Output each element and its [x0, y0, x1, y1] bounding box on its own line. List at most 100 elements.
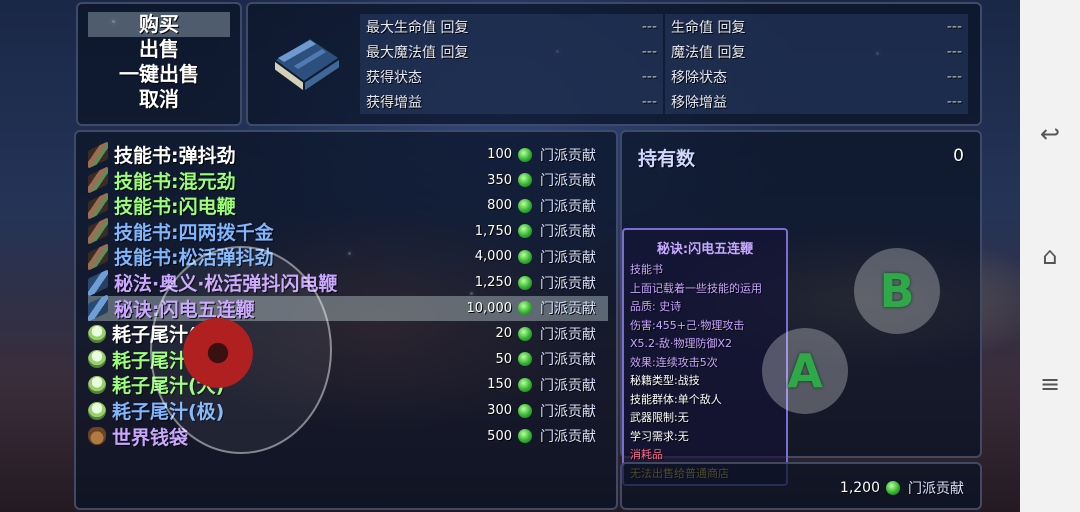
stat-row: 最大生命值 回复 --- 生命值 回复 --- [360, 14, 970, 39]
stat-label: 魔法值 回复 [671, 44, 746, 61]
item-price: 50 [495, 351, 512, 367]
wallet-amount: 1,200 [839, 480, 880, 496]
shop-item-row[interactable]: 技能书:闪电鞭 800 门派贡献 [88, 192, 608, 220]
stat-value: --- [946, 93, 962, 110]
stat-label: 获得状态 [366, 69, 422, 86]
stat-label: 生命值 回复 [671, 19, 746, 36]
stat-value: --- [946, 43, 962, 60]
green-gem-icon [518, 249, 532, 264]
item-currency: 门派贡献 [540, 377, 596, 394]
stat-grid: 最大生命值 回复 --- 生命值 回复 --- 最大魔法值 回复 --- 魔法值 回复… [360, 14, 970, 114]
tooltip-line: 武器限制:无 [630, 411, 689, 424]
item-price: 500 [487, 428, 512, 444]
secret-book-icon [88, 294, 108, 322]
skill-book-icon [88, 166, 108, 194]
green-gem-icon [518, 429, 532, 444]
shop-item-row[interactable]: 技能书:弹抖劲 100 门派贡献 [88, 140, 608, 169]
green-gem-icon [518, 198, 532, 213]
potion-icon [88, 324, 106, 343]
item-currency: 门派贡献 [540, 352, 596, 369]
green-gem-icon [518, 326, 532, 341]
item-price: 1,750 [474, 223, 512, 239]
stat-label: 最大生命值 回复 [366, 19, 469, 36]
owned-label: 持有数 [638, 148, 696, 170]
tooltip-line: X5.2-敌·物理防御X2 [630, 337, 733, 350]
home-icon[interactable]: ⌂ [1036, 242, 1064, 270]
android-nav-bar: ↩ ⌂ ≡ [1020, 0, 1080, 512]
item-currency: 门派贡献 [540, 198, 596, 215]
wallet-panel: 1,200 门派贡献 [620, 462, 982, 510]
item-name: 技能书:弹抖劲 [114, 145, 236, 167]
item-currency: 门派贡献 [540, 224, 596, 241]
item-price: 150 [487, 377, 512, 393]
skill-book-icon [88, 217, 108, 245]
stat-row: 获得增益 --- 移除增益 --- [360, 89, 970, 114]
item-currency: 门派贡献 [540, 326, 596, 343]
skill-book-icon [88, 192, 108, 220]
stat-row: 获得状态 --- 移除状态 --- [360, 64, 970, 89]
potion-icon [88, 350, 106, 369]
shop-item-row[interactable]: 技能书:松活弹抖劲 4,000 门派贡献 [88, 243, 608, 271]
b-button[interactable]: B [854, 248, 940, 334]
stat-value: --- [641, 43, 657, 60]
back-icon[interactable]: ↩ [1036, 120, 1064, 148]
tooltip-line: 学习需求:无 [630, 429, 689, 443]
tooltip-title: 秘诀:闪电五连鞭 [656, 242, 754, 257]
item-currency: 门派贡献 [540, 301, 596, 318]
green-gem-icon [518, 173, 532, 188]
tooltip-line: 上面记载着一些技能的运用 [630, 281, 762, 295]
blue-book-icon [264, 20, 346, 102]
menu-buy[interactable]: 购买 [88, 12, 230, 37]
shop-item-row[interactable]: 技能书:混元劲 350 门派贡献 [88, 166, 608, 194]
item-currency: 门派贡献 [540, 275, 596, 292]
a-button[interactable]: A [762, 328, 848, 414]
shop-item-row[interactable]: 世界钱袋 500 门派贡献 [88, 424, 608, 449]
tooltip-line: 技能书 [630, 263, 663, 276]
menu-sell[interactable]: 出售 [78, 37, 240, 62]
tooltip-line: 秘籍类型:战技 [630, 374, 700, 387]
item-currency: 门派贡献 [540, 429, 596, 446]
joystick-knob[interactable] [183, 318, 253, 388]
item-price: 800 [487, 198, 512, 214]
stat-label: 移除状态 [671, 69, 727, 86]
stat-value: --- [641, 93, 657, 110]
green-gem-icon [518, 301, 532, 316]
stat-value: --- [946, 18, 962, 35]
item-price: 1,250 [474, 275, 512, 290]
item-name: 技能书:闪电鞭 [114, 196, 236, 219]
stat-max-mp-recover: 最大魔法值 回复 --- [360, 39, 663, 64]
menu-sell-all[interactable]: 一键出售 [78, 62, 240, 87]
stat-label: 最大魔法值 回复 [366, 44, 469, 61]
item-price: 350 [487, 172, 512, 188]
tooltip-line: 效果:连续攻击5次 [630, 355, 718, 369]
potion-icon [88, 375, 106, 394]
secret-book-icon [88, 268, 108, 297]
wallet: 1,200 门派贡献 [840, 478, 964, 498]
potion-icon [88, 401, 106, 420]
item-currency: 门派贡献 [540, 249, 596, 266]
item-effect-panel: 最大生命值 回复 --- 生命值 回复 --- 最大魔法值 回复 --- 魔法值 回复… [246, 2, 982, 126]
a-button-label: A [787, 344, 823, 398]
shop-item-row[interactable]: 技能书:四两拨千金 1,750 门派贡献 [88, 217, 608, 245]
stat-label: 移除增益 [671, 94, 727, 111]
stat-mp-recover: 魔法值 回复 --- [665, 39, 968, 64]
menu-cancel[interactable]: 取消 [78, 87, 240, 112]
item-currency: 门派贡献 [540, 403, 596, 420]
item-currency: 门派贡献 [540, 147, 596, 164]
command-menu: 购买 出售 一键出售 取消 [76, 2, 242, 126]
green-gem-icon [518, 403, 532, 418]
item-price: 300 [487, 403, 512, 418]
skill-book-icon [88, 243, 108, 271]
green-gem-icon [518, 377, 532, 392]
tooltip-line: 技能群体:单个敌人 [630, 392, 722, 406]
item-currency: 门派贡献 [540, 173, 596, 190]
menu-icon[interactable]: ≡ [1036, 370, 1064, 398]
stat-remove-state: 移除状态 --- [665, 64, 968, 89]
green-gem-icon [518, 147, 532, 162]
item-name: 技能书:混元劲 [114, 170, 236, 193]
item-name: 技能书:四两拨千金 [114, 221, 274, 244]
tooltip-line: 伤害:455+己·物理攻击 [630, 318, 745, 332]
tooltip-line: 品质: 史诗 [630, 300, 682, 313]
item-price: 10,000 [466, 300, 513, 316]
green-gem-icon [518, 275, 532, 290]
